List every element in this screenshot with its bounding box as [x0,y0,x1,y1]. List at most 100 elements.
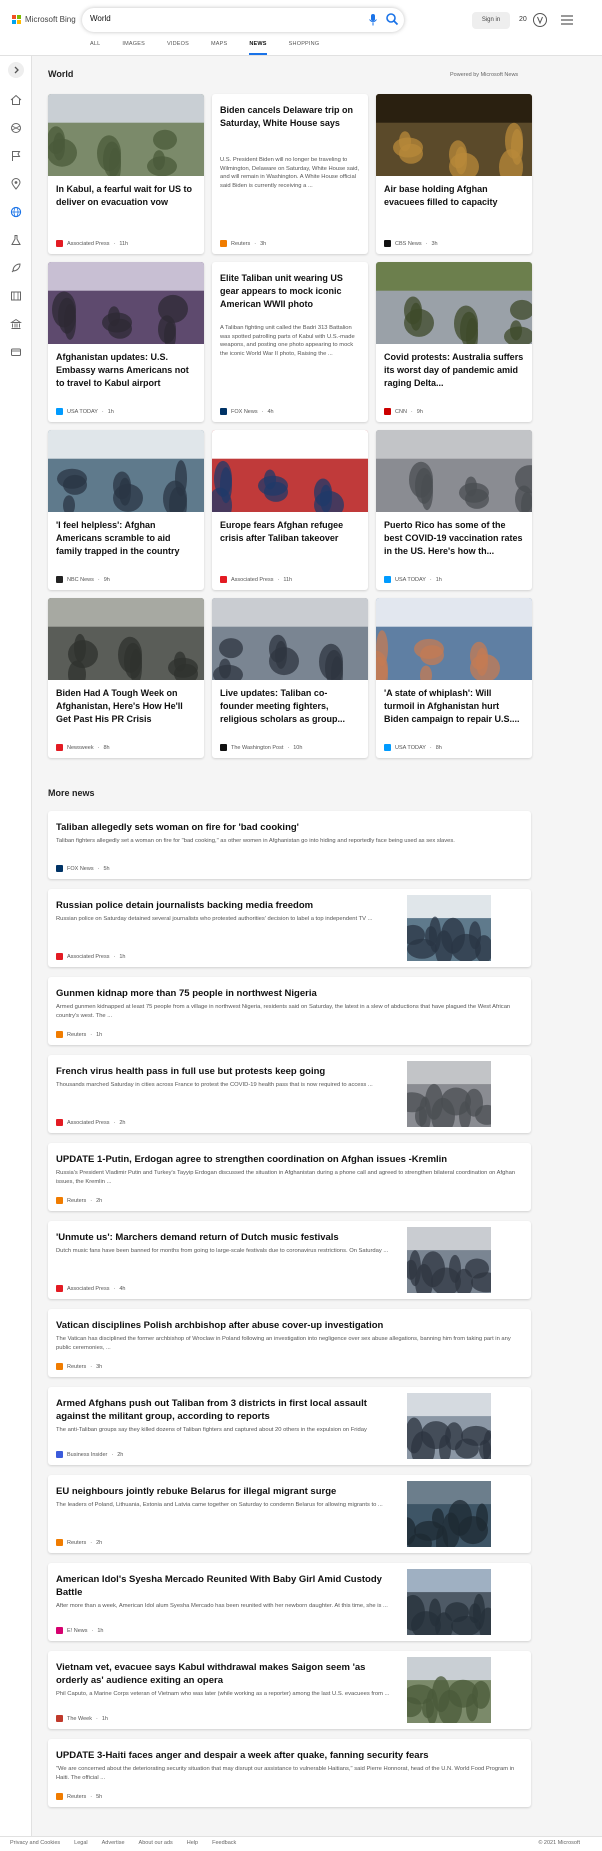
card-title[interactable]: Europe fears Afghan refugee crisis after… [220,519,360,559]
search-input[interactable]: World [90,14,111,23]
card-title[interactable]: In Kabul, a fearful wait for US to deliv… [56,183,196,223]
tab-images[interactable]: IMAGES [122,38,145,55]
rocket-icon[interactable] [10,262,22,274]
news-list-item[interactable]: EU neighbours jointly rebuke Belarus for… [48,1475,531,1553]
news-item-title[interactable]: French virus health pass in full use but… [56,1065,396,1078]
card-title[interactable]: Afghanistan updates: U.S. Embassy warns … [56,351,196,391]
news-photo[interactable] [376,94,532,176]
bank-icon[interactable] [10,318,22,330]
tab-videos[interactable]: VIDEOS [167,38,189,55]
source-name[interactable]: Business Insider [67,1452,107,1458]
news-list-item[interactable]: UPDATE 3-Haiti faces anger and despair a… [48,1739,531,1807]
news-card[interactable]: In Kabul, a fearful wait for US to deliv… [48,94,204,254]
news-photo[interactable] [407,1393,491,1459]
news-photo[interactable] [376,262,532,344]
source-name[interactable]: E! News [67,1628,87,1634]
search-icon[interactable] [385,12,399,26]
source-name[interactable]: Reuters [67,1540,86,1546]
news-item-title[interactable]: 'Unmute us': Marchers demand return of D… [56,1231,396,1244]
source-name[interactable]: USA TODAY [67,409,98,415]
source-name[interactable]: Associated Press [231,577,274,583]
microphone-icon[interactable] [367,13,379,27]
card-title[interactable]: 'I feel helpless': Afghan Americans scra… [56,519,196,559]
source-name[interactable]: The Week [67,1716,92,1722]
expand-rail-button[interactable] [8,62,24,78]
source-name[interactable]: USA TODAY [395,577,426,583]
news-card[interactable]: Air base holding Afghan evacuees filled … [376,94,532,254]
news-card[interactable]: Afghanistan updates: U.S. Embassy warns … [48,262,204,422]
sign-in-button[interactable]: Sign in [472,12,510,29]
news-list-item[interactable]: Gunmen kidnap more than 75 people in nor… [48,977,531,1045]
news-item-title[interactable]: Vietnam vet, evacuee says Kabul withdraw… [56,1661,396,1687]
news-item-title[interactable]: American Idol's Syesha Mercado Reunited … [56,1573,396,1599]
card-title[interactable]: Biden Had A Tough Week on Afghanistan, H… [56,687,196,727]
card-title[interactable]: Elite Taliban unit wearing US gear appea… [220,272,360,312]
search-box[interactable]: World [82,8,404,32]
footer-link-advertise[interactable]: Advertise [102,1840,125,1846]
source-name[interactable]: Associated Press [67,241,110,247]
news-card[interactable]: Puerto Rico has some of the best COVID-1… [376,430,532,590]
source-name[interactable]: Reuters [67,1794,86,1800]
news-photo[interactable] [48,262,204,344]
home-icon[interactable] [10,94,22,106]
science-icon[interactable] [10,234,22,246]
source-name[interactable]: Newsweek [67,745,94,751]
source-name[interactable]: Reuters [67,1198,86,1204]
news-photo[interactable] [407,1227,491,1293]
news-item-title[interactable]: Taliban allegedly sets woman on fire for… [56,821,516,834]
tab-shopping[interactable]: SHOPPING [289,38,320,55]
footer-link-legal[interactable]: Legal [74,1840,87,1846]
news-card[interactable]: 'A state of whiplash': Will turmoil in A… [376,598,532,758]
source-name[interactable]: Associated Press [67,1286,110,1292]
footer-link-feedback[interactable]: Feedback [212,1840,236,1846]
news-list-item[interactable]: American Idol's Syesha Mercado Reunited … [48,1563,531,1641]
news-list-item[interactable]: 'Unmute us': Marchers demand return of D… [48,1221,531,1299]
news-photo[interactable] [407,1657,491,1723]
movie-icon[interactable] [10,290,22,302]
sports-icon[interactable] [10,122,22,134]
source-name[interactable]: Associated Press [67,1120,110,1126]
source-name[interactable]: CBS News [395,241,422,247]
card-title[interactable]: 'A state of whiplash': Will turmoil in A… [384,687,524,727]
card-title[interactable]: Biden cancels Delaware trip on Saturday,… [220,104,360,144]
news-card[interactable]: Biden Had A Tough Week on Afghanistan, H… [48,598,204,758]
news-card[interactable]: 'I feel helpless': Afghan Americans scra… [48,430,204,590]
source-name[interactable]: Associated Press [67,954,110,960]
news-item-title[interactable]: EU neighbours jointly rebuke Belarus for… [56,1485,396,1498]
source-name[interactable]: Reuters [67,1032,86,1038]
bing-logo[interactable]: Microsoft Bing [12,15,76,24]
tab-news[interactable]: NEWS [249,38,267,55]
news-card[interactable]: Covid protests: Australia suffers its wo… [376,262,532,422]
news-photo[interactable] [48,598,204,680]
card-title[interactable]: Live updates: Taliban co-founder meeting… [220,687,360,727]
news-photo[interactable] [212,598,368,680]
tab-all[interactable]: ALL [90,38,100,55]
rewards-icon[interactable] [532,12,548,28]
news-card[interactable]: U.S. President Biden will no longer be t… [212,94,368,254]
news-photo[interactable] [407,1481,491,1547]
news-list-item[interactable]: Vietnam vet, evacuee says Kabul withdraw… [48,1651,531,1729]
source-name[interactable]: The Washington Post [231,745,283,751]
footer-link-help[interactable]: Help [187,1840,198,1846]
news-item-title[interactable]: Russian police detain journalists backin… [56,899,396,912]
flag-icon[interactable] [10,150,22,162]
news-photo[interactable] [407,1569,491,1635]
news-list-item[interactable]: Vatican disciplines Polish archbishop af… [48,1309,531,1377]
tab-maps[interactable]: MAPS [211,38,227,55]
news-list-item[interactable]: UPDATE 1-Putin, Erdogan agree to strengt… [48,1143,531,1211]
news-item-title[interactable]: Armed Afghans push out Taliban from 3 di… [56,1397,396,1423]
card-title[interactable]: Air base holding Afghan evacuees filled … [384,183,524,223]
news-card[interactable]: A Taliban fighting unit called the Badri… [212,262,368,422]
news-photo[interactable] [48,430,204,512]
news-list-item[interactable]: French virus health pass in full use but… [48,1055,531,1133]
news-photo[interactable] [48,94,204,176]
news-item-title[interactable]: Gunmen kidnap more than 75 people in nor… [56,987,516,1000]
globe-icon[interactable] [10,206,22,218]
news-item-title[interactable]: UPDATE 3-Haiti faces anger and despair a… [56,1749,516,1762]
footer-link-privacy[interactable]: Privacy and Cookies [10,1840,60,1846]
news-list-item[interactable]: Armed Afghans push out Taliban from 3 di… [48,1387,531,1465]
hamburger-menu-icon[interactable] [560,14,574,26]
news-item-title[interactable]: Vatican disciplines Polish archbishop af… [56,1319,516,1332]
source-name[interactable]: Reuters [67,1364,86,1370]
wallet-icon[interactable] [10,346,22,358]
